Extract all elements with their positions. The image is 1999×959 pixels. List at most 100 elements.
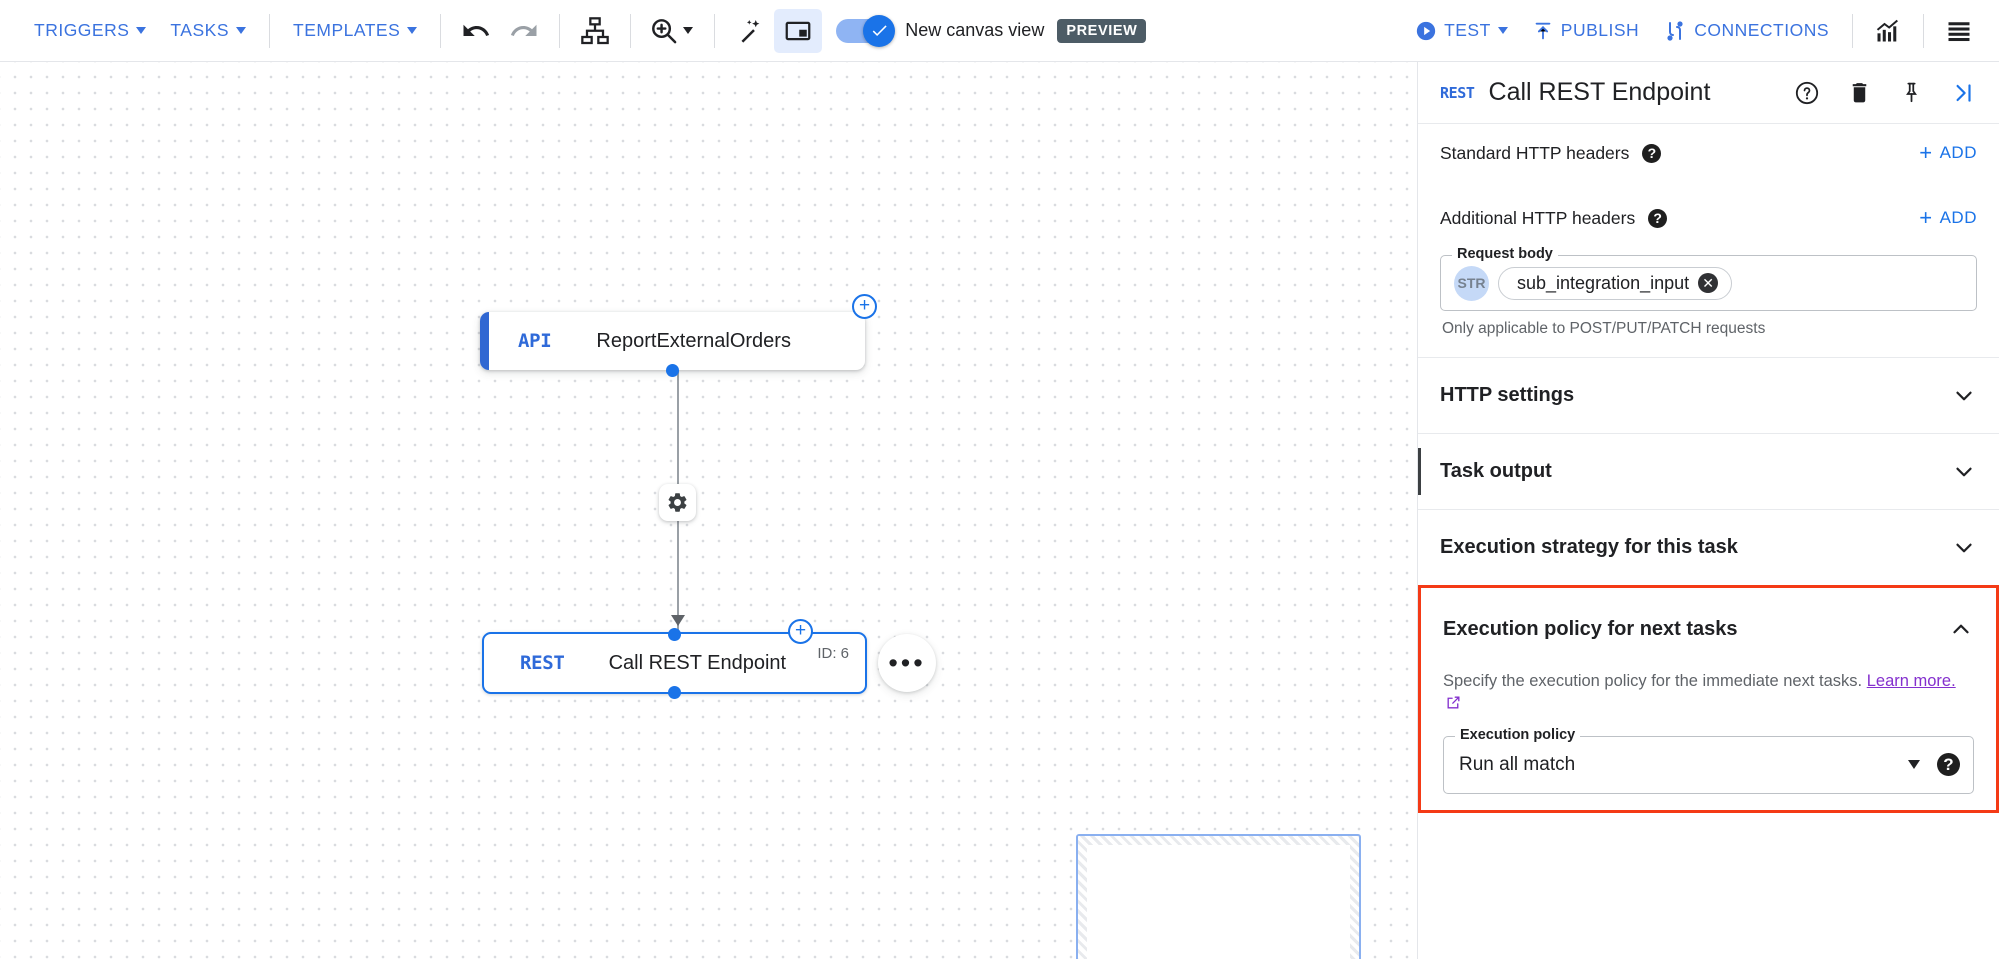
hamburger-menu-icon [1948,21,1970,41]
add-standard-header-button[interactable]: + ADD [1919,142,1977,164]
preview-badge: PREVIEW [1057,18,1147,43]
request-body-field[interactable]: Request body STR sub_integration_input ✕ [1440,246,1977,311]
help-icon: ? [1937,753,1960,777]
chevron-down-icon [136,27,147,34]
menu-templates-label: TEMPLATES [293,20,401,40]
canvas-minimap[interactable] [1076,834,1361,959]
play-circle-icon [1416,21,1436,40]
help-circle-icon [1795,81,1819,104]
help-icon[interactable]: ? [1648,208,1668,228]
menu-tasks[interactable]: TASKS [158,12,258,49]
editor-body: API ReportExternalOrders REST Call REST … [0,62,1999,959]
pin-icon [1905,82,1917,103]
request-body-helper-text: Only applicable to POST/PUT/PATCH reques… [1442,320,1766,337]
redo-button[interactable] [500,9,548,53]
add-circle-icon[interactable] [852,294,877,319]
node-output-port[interactable] [666,363,679,377]
auto-layout-button[interactable] [571,9,619,53]
node-title-label: ReportExternalOrders [596,329,791,352]
magic-wand-icon [741,19,760,43]
section-execution-strategy-title: Execution strategy for this task [1440,536,1738,558]
chevron-down-icon [1951,383,1977,409]
execution-policy-select[interactable]: Execution policy Run all match ? [1443,726,1974,794]
new-canvas-view-label: New canvas view [905,20,1045,40]
learn-more-link[interactable]: Learn more. [1867,672,1956,690]
top-toolbar: TRIGGERS TASKS TEMPLATES New canvas view… [0,0,1999,62]
node-type-label: API [518,330,552,352]
panel-type-tag: REST [1440,83,1475,102]
node-more-options-button[interactable]: ••• [878,634,936,692]
gear-icon [668,493,687,512]
toggle-knob [863,14,896,47]
node-type-label: REST [520,652,565,674]
chevron-down-icon[interactable] [1908,760,1920,770]
execution-policy-highlight-box: Execution policy for next tasks Specify … [1418,585,1999,813]
panel-help-button[interactable] [1788,74,1826,112]
section-http-settings[interactable]: HTTP settings [1418,358,1999,433]
test-label: TEST [1444,20,1491,40]
execution-policy-description: Specify the execution policy for the imm… [1421,670,1996,719]
connections-button[interactable]: CONNECTIONS [1651,11,1841,51]
panel-delete-button[interactable] [1840,74,1878,112]
add-additional-header-label: ADD [1939,208,1977,227]
collapse-right-icon [1956,83,1971,102]
node-input-port[interactable] [668,627,681,641]
add-circle-icon[interactable] [788,619,813,644]
analytics-button[interactable] [1864,9,1912,53]
publish-button[interactable]: PUBLISH [1520,12,1651,50]
external-link-icon[interactable] [1445,694,1462,718]
request-body-chip-label: sub_integration_input [1517,272,1690,293]
request-body-type-badge: STR [1454,265,1489,301]
node-title-label: Call REST Endpoint [608,651,787,674]
section-execution-policy[interactable]: Execution policy for next tasks [1421,588,1996,670]
undo-button[interactable] [452,9,500,53]
analytics-chart-icon [1876,19,1898,41]
new-canvas-view-toggle[interactable] [836,14,896,47]
task-config-panel: REST Call REST Endpoint Standard HTTP he… [1417,62,1999,959]
chevron-down-icon [683,27,694,34]
additional-http-headers-label: Additional HTTP headers [1440,207,1636,228]
panel-pin-button[interactable] [1892,74,1930,112]
add-standard-header-label: ADD [1939,143,1977,162]
delete-trash-icon [1852,83,1866,103]
close-circle-icon[interactable]: ✕ [1698,273,1719,293]
canvas-node-api[interactable]: API ReportExternalOrders [480,294,877,377]
toggle-minimap-button[interactable] [774,8,823,53]
toolbar-divider [630,13,632,48]
section-task-output[interactable]: Task output [1418,434,1999,509]
test-button[interactable]: TEST [1403,12,1520,50]
panel-collapse-button[interactable] [1944,74,1982,112]
hierarchy-layout-icon [581,16,610,44]
undo-icon [463,24,490,36]
standard-http-headers-row: Standard HTTP headers ? + ADD [1418,124,1999,182]
chevron-down-icon [1497,27,1508,34]
minimap-inner [1087,845,1350,959]
edge-arrowhead [671,615,685,626]
menu-triggers[interactable]: TRIGGERS [22,12,158,49]
main-menu-button[interactable] [1935,9,1983,53]
panel-body: Standard HTTP headers ? + ADD Additional… [1418,124,1999,959]
node-id-label: ID: 6 [817,645,849,662]
magic-cleanup-button[interactable] [726,9,774,53]
help-icon[interactable]: ? [1642,143,1662,163]
section-active-accent [1418,448,1421,495]
node-accent-bar [480,312,489,370]
chevron-down-icon [1951,535,1977,561]
canvas-node-rest[interactable]: REST Call REST Endpoint ID: 6 [482,619,867,699]
zoom-control[interactable] [642,9,703,53]
section-execution-policy-title: Execution policy for next tasks [1443,617,1738,640]
execution-policy-help[interactable]: ? [1937,753,1960,777]
workflow-canvas[interactable]: API ReportExternalOrders REST Call REST … [0,62,1417,959]
section-execution-strategy[interactable]: Execution strategy for this task [1418,510,1999,585]
panel-header: REST Call REST Endpoint [1418,62,1999,124]
add-additional-header-button[interactable]: + ADD [1919,207,1977,229]
node-output-port[interactable] [668,685,681,699]
menu-templates[interactable]: TEMPLATES [281,12,429,49]
toolbar-divider [269,13,270,48]
toolbar-divider [440,13,442,48]
chevron-down-icon [236,27,246,34]
request-body-chip[interactable]: sub_integration_input ✕ [1498,266,1733,300]
toolbar-divider [714,13,716,48]
edge-config-button[interactable] [659,484,696,521]
connections-icon [1667,20,1683,41]
